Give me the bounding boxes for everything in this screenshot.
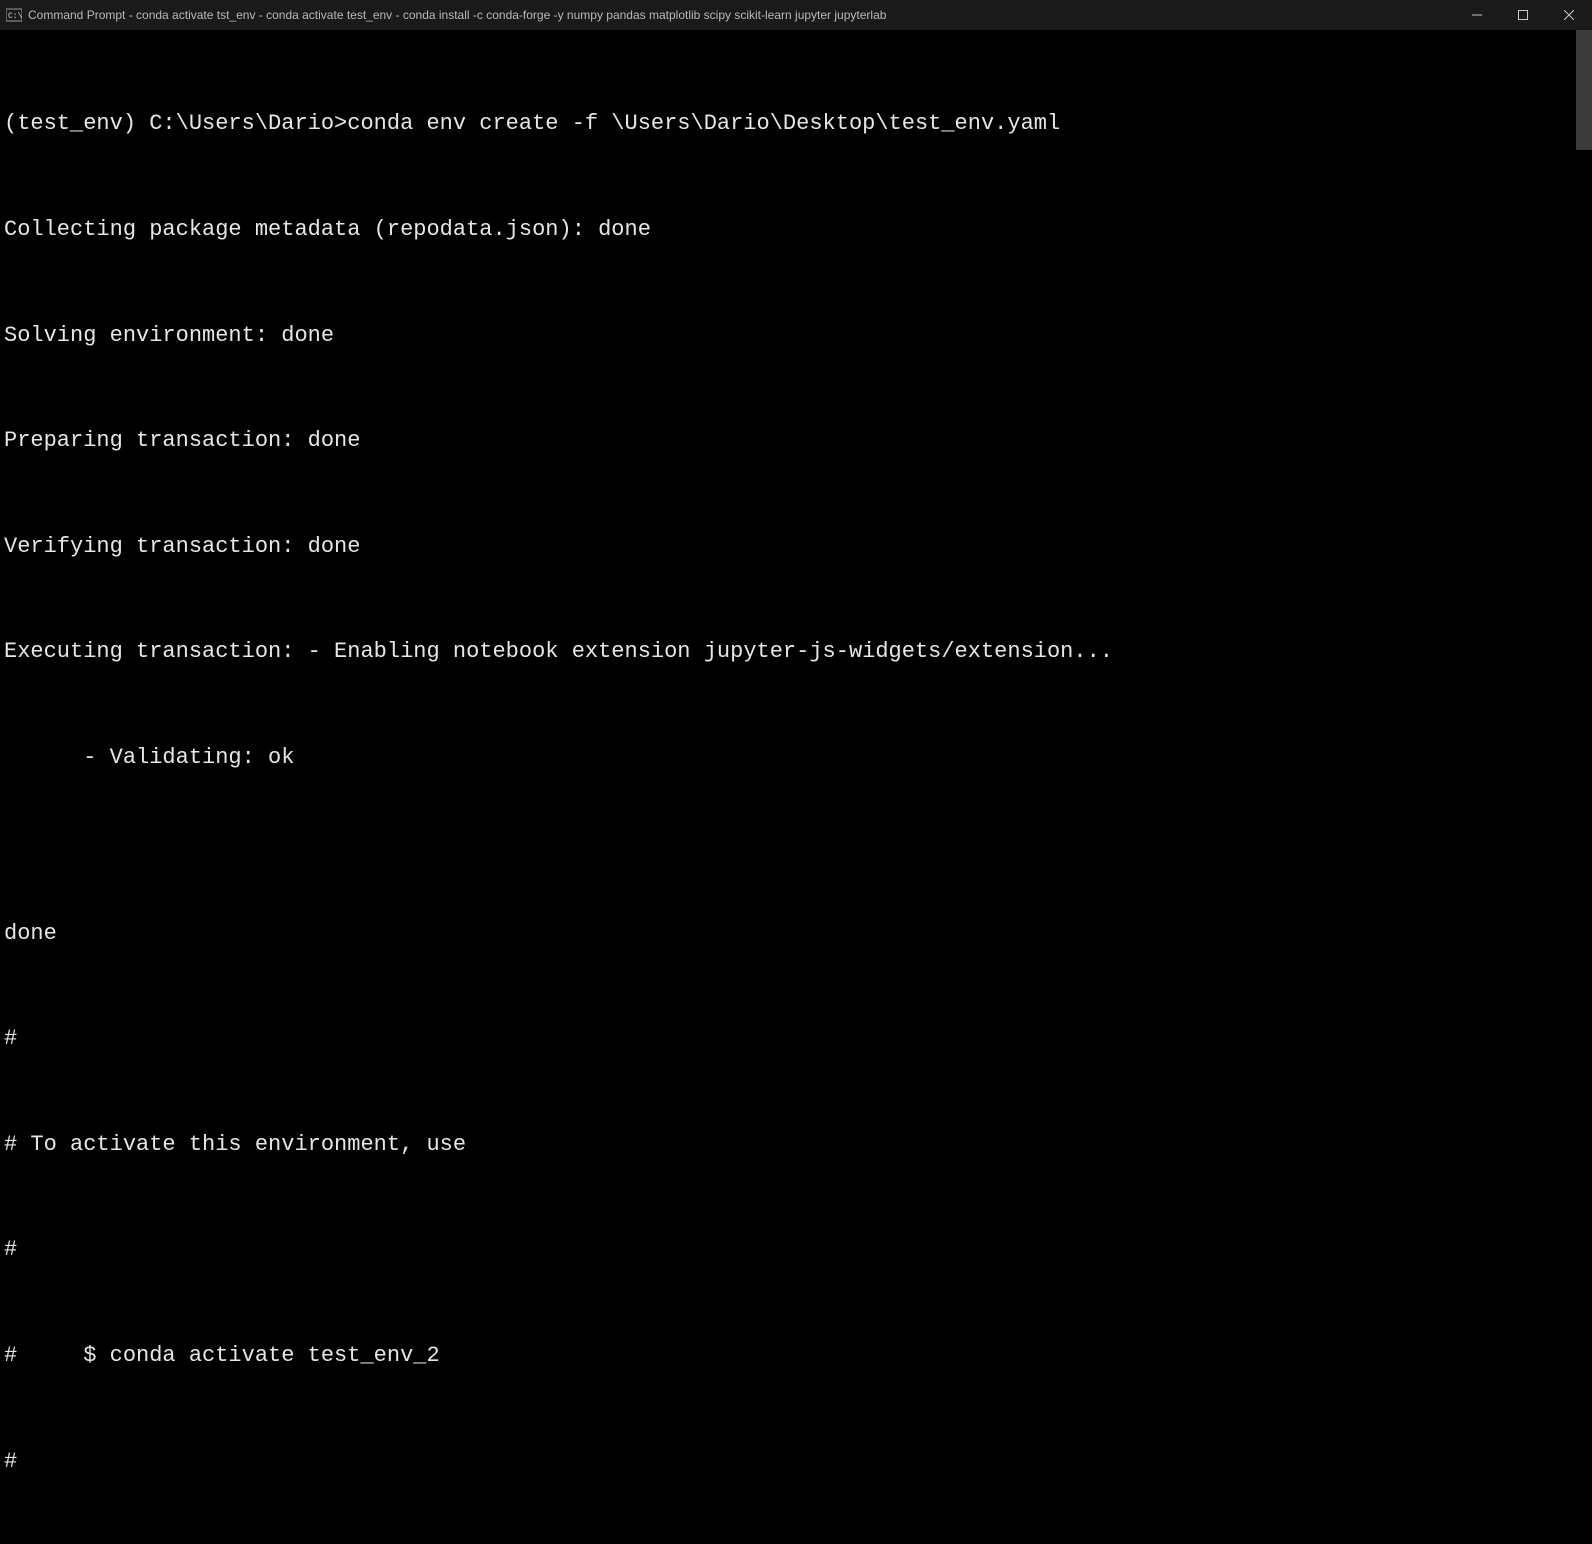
close-button[interactable]: [1546, 0, 1592, 30]
terminal-line: (test_env) C:\Users\Dario>conda env crea…: [4, 106, 1584, 141]
terminal-line: #: [4, 1444, 1584, 1479]
scrollbar-thumb[interactable]: [1576, 30, 1592, 150]
cmd-icon: C:\: [6, 7, 22, 23]
terminal-line: #: [4, 1021, 1584, 1056]
terminal-line: done: [4, 916, 1584, 951]
window-titlebar[interactable]: C:\ Command Prompt - conda activate tst_…: [0, 0, 1592, 30]
vertical-scrollbar[interactable]: [1576, 30, 1592, 772]
terminal-line: Collecting package metadata (repodata.js…: [4, 212, 1584, 247]
window-controls: [1454, 0, 1592, 30]
terminal-output[interactable]: (test_env) C:\Users\Dario>conda env crea…: [0, 30, 1592, 772]
terminal-line: # $ conda activate test_env_2: [4, 1338, 1584, 1373]
terminal-line: Verifying transaction: done: [4, 529, 1584, 564]
terminal-line: - Validating: ok: [4, 740, 1584, 775]
minimize-button[interactable]: [1454, 0, 1500, 30]
terminal-line: #: [4, 1232, 1584, 1267]
terminal-line: # To activate this environment, use: [4, 1127, 1584, 1162]
terminal-line: Preparing transaction: done: [4, 423, 1584, 458]
maximize-button[interactable]: [1500, 0, 1546, 30]
terminal-line: Solving environment: done: [4, 318, 1584, 353]
window-title: Command Prompt - conda activate tst_env …: [28, 8, 1454, 22]
svg-text:C:\: C:\: [8, 12, 22, 21]
terminal-line: Executing transaction: - Enabling notebo…: [4, 634, 1584, 669]
